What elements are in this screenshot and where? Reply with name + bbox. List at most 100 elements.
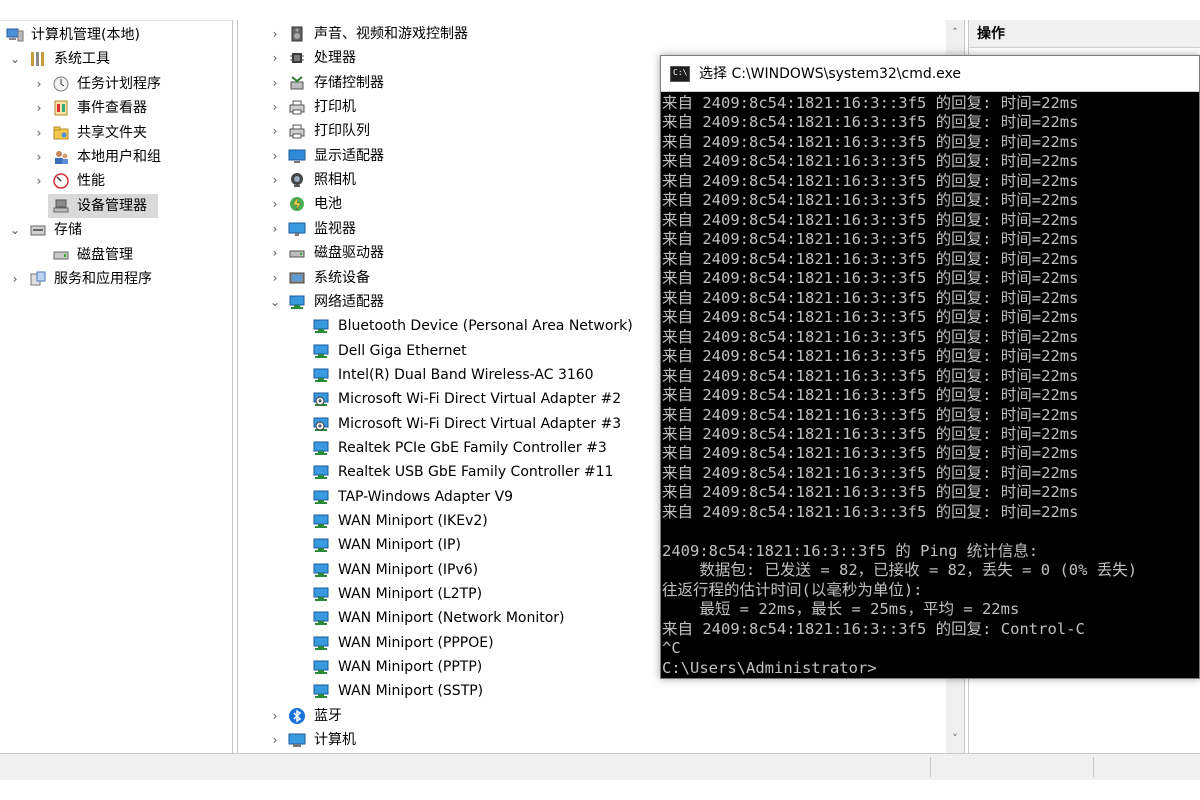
chevron-right-icon[interactable]: › — [268, 144, 282, 168]
network-adapter-item-label: WAN Miniport (IP) — [338, 537, 461, 554]
console-line: 来自 2409:8c54:1821:16:3::3f5 的回复: Control… — [662, 619, 1085, 638]
tree-item-label: 服务和应用程序 — [54, 271, 152, 287]
console-line: 来自 2409:8c54:1821:16:3::3f5 的回复: 时间=22ms — [662, 171, 1079, 190]
printer-icon — [288, 98, 306, 116]
chevron-right-icon[interactable]: › — [32, 72, 46, 96]
console-line: 来自 2409:8c54:1821:16:3::3f5 的回复: 时间=22ms — [662, 444, 1079, 463]
network-adapter-item-label: Microsoft Wi-Fi Direct Virtual Adapter #… — [338, 415, 622, 432]
console-line: 来自 2409:8c54:1821:16:3::3f5 的回复: 时间=22ms — [662, 308, 1079, 327]
chevron-right-icon[interactable]: › — [268, 217, 282, 241]
console-line: 来自 2409:8c54:1821:16:3::3f5 的回复: 时间=22ms — [662, 327, 1079, 346]
device-category-label: 存储控制器 — [314, 74, 384, 91]
network-adapter-item-label: Realtek USB GbE Family Controller #11 — [338, 464, 614, 481]
console-line: 2409:8c54:1821:16:3::3f5 的 Ping 统计信息: — [662, 541, 1039, 560]
device-category-label: 打印机 — [314, 99, 356, 116]
console-line: 来自 2409:8c54:1821:16:3::3f5 的回复: 时间=22ms — [662, 113, 1079, 132]
cmd-console-output[interactable]: 来自 2409:8c54:1821:16:3::3f5 的回复: 时间=22ms… — [661, 93, 1199, 678]
task-scheduler-icon — [52, 75, 70, 93]
network-adapter-icon — [312, 463, 330, 481]
camera-icon — [288, 171, 306, 189]
chevron-right-icon[interactable]: › — [268, 168, 282, 192]
status-bar-divider — [1093, 757, 1094, 777]
network-adapter-item-label: Microsoft Wi-Fi Direct Virtual Adapter #… — [338, 391, 622, 408]
device-category[interactable]: › 声音、视频和游戏控制器 — [238, 22, 938, 46]
network-adapter-icon — [312, 342, 330, 360]
storage-controller-icon — [288, 74, 306, 92]
console-line: 来自 2409:8c54:1821:16:3::3f5 的回复: 时间=22ms — [662, 210, 1079, 229]
chevron-right-icon[interactable]: › — [268, 46, 282, 70]
console-line: 来自 2409:8c54:1821:16:3::3f5 的回复: 时间=22ms — [662, 152, 1079, 171]
network-adapter-icon — [312, 512, 330, 530]
console-line: 来自 2409:8c54:1821:16:3::3f5 的回复: 时间=22ms — [662, 502, 1079, 521]
console-line: 来自 2409:8c54:1821:16:3::3f5 的回复: 时间=22ms — [662, 249, 1079, 268]
tree-item[interactable]: › 事件查看器 — [0, 96, 230, 120]
console-line: 来自 2409:8c54:1821:16:3::3f5 的回复: 时间=22ms — [662, 424, 1079, 443]
scroll-down-icon[interactable]: ˅ — [946, 730, 964, 748]
device-category-label: 声音、视频和游戏控制器 — [314, 26, 468, 42]
tree-item[interactable]: ⌄ 系统工具 — [0, 47, 230, 71]
tree-item-label: 事件查看器 — [77, 100, 147, 117]
network-adapter-icon — [312, 561, 330, 579]
console-line: 来自 2409:8c54:1821:16:3::3f5 的回复: 时间=22ms — [662, 94, 1079, 112]
battery-icon — [288, 195, 306, 213]
device-category-label: 磁盘驱动器 — [314, 245, 384, 262]
network-adapter-icon — [312, 682, 330, 700]
console-line: 来自 2409:8c54:1821:16:3::3f5 的回复: 时间=22ms — [662, 191, 1079, 210]
chevron-down-icon[interactable]: ⌄ — [268, 290, 282, 314]
device-category-label: 网络适配器 — [314, 293, 384, 310]
tree-item[interactable]: › 性能 — [0, 169, 230, 193]
services-icon — [29, 270, 47, 288]
chevron-right-icon[interactable]: › — [268, 119, 282, 143]
tree-item-label: 共享文件夹 — [77, 124, 147, 141]
tree-item-label: 性能 — [77, 173, 105, 190]
network-adapter-item-label: WAN Miniport (PPTP) — [338, 659, 483, 676]
network-adapter-item[interactable]: WAN Miniport (SSTP) — [238, 679, 938, 703]
device-category[interactable]: › 计算机 — [238, 728, 938, 752]
chevron-right-icon[interactable]: › — [268, 728, 282, 752]
tree-item[interactable]: 设备管理器 — [48, 193, 158, 218]
tree-item[interactable]: › 任务计划程序 — [0, 72, 230, 96]
tree-item[interactable]: › 共享文件夹 — [0, 121, 230, 145]
chevron-right-icon[interactable]: › — [268, 71, 282, 95]
chevron-down-icon[interactable]: ⌄ — [8, 218, 22, 242]
tree-item[interactable]: 计算机管理(本地) — [0, 23, 230, 47]
cmd-title-bar[interactable]: C:\ 选择 C:\WINDOWS\system32\cmd.exe — [661, 56, 1199, 92]
network-adapter-warn-icon — [312, 415, 330, 433]
chevron-right-icon[interactable]: › — [268, 22, 282, 46]
console-line: 数据包: 已发送 = 82，已接收 = 82，丢失 = 0 (0% 丢失) — [662, 561, 1138, 580]
chevron-right-icon[interactable]: › — [32, 145, 46, 169]
shared-folder-icon — [52, 124, 70, 142]
disk-management-icon — [52, 246, 70, 264]
chevron-right-icon[interactable]: › — [8, 267, 22, 291]
network-adapter-warn-icon — [312, 390, 330, 408]
network-adapter-icon — [312, 658, 330, 676]
tree-item[interactable]: › 服务和应用程序 — [0, 267, 230, 291]
chevron-right-icon[interactable]: › — [268, 266, 282, 290]
device-category-label: 照相机 — [314, 172, 356, 189]
computer-icon — [288, 731, 306, 749]
network-adapter-item-label: WAN Miniport (Network Monitor) — [338, 610, 565, 627]
tree-item-label: 任务计划程序 — [77, 75, 161, 92]
chevron-right-icon[interactable]: › — [268, 95, 282, 119]
cmd-window[interactable]: C:\ 选择 C:\WINDOWS\system32\cmd.exe 来自 24… — [660, 55, 1200, 679]
scroll-up-icon[interactable]: ˄ — [946, 24, 964, 42]
tree-item[interactable]: 磁盘管理 — [0, 243, 230, 267]
device-category-label: 电池 — [314, 196, 342, 213]
chevron-right-icon[interactable]: › — [32, 96, 46, 120]
chevron-right-icon[interactable]: › — [268, 704, 282, 728]
chevron-right-icon[interactable]: › — [268, 241, 282, 265]
network-adapter-item-label: WAN Miniport (L2TP) — [338, 586, 483, 603]
console-line: 最短 = 22ms，最长 = 25ms，平均 = 22ms — [662, 600, 1020, 619]
tree-item[interactable]: › 本地用户和组 — [0, 145, 230, 169]
tree-item[interactable]: ⌄ 存储 — [0, 218, 230, 242]
chevron-right-icon[interactable]: › — [268, 192, 282, 216]
device-category[interactable]: › 蓝牙 — [238, 704, 938, 728]
network-adapter-icon — [288, 293, 306, 311]
performance-icon — [52, 172, 70, 190]
status-bar-divider — [930, 757, 931, 777]
device-category-label: 监视器 — [314, 220, 356, 237]
chevron-right-icon[interactable]: › — [32, 169, 46, 193]
device-manager-icon — [52, 197, 70, 215]
chevron-down-icon[interactable]: ⌄ — [8, 47, 22, 71]
chevron-right-icon[interactable]: › — [32, 121, 46, 145]
